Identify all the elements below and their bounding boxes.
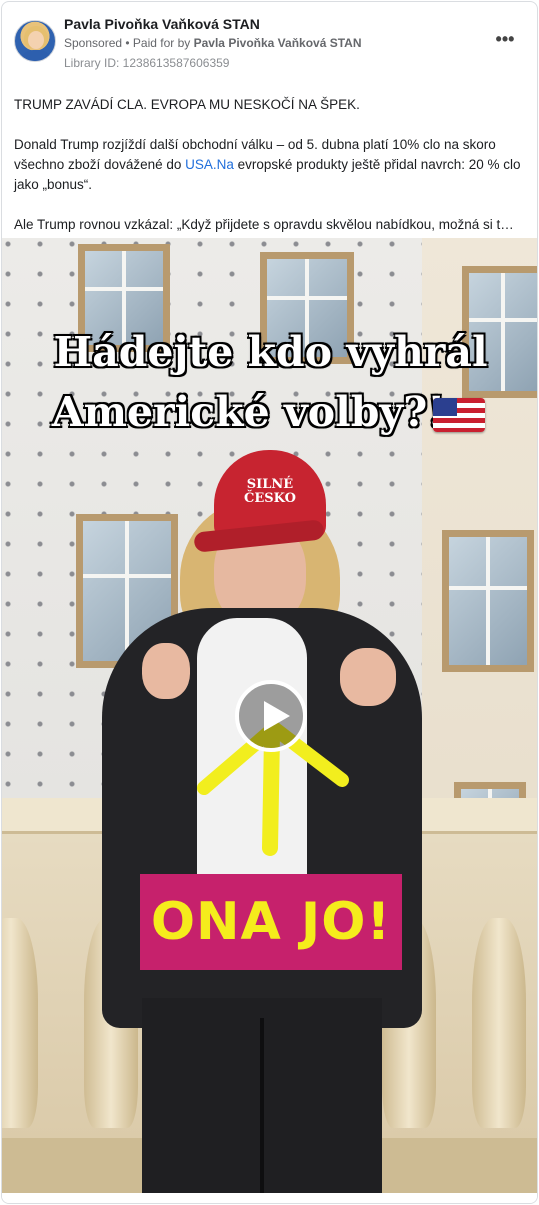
cap-text: SILNÉ ČESKO xyxy=(214,478,326,506)
paid-prefix: Paid for by xyxy=(132,36,194,50)
video-player[interactable]: SILNÉ ČESKO Hádejte kdo vyhrál Americké v… xyxy=(2,238,537,1193)
banner-text: ONA JO! xyxy=(150,892,392,952)
post-text: TRUMP ZAVÁDÍ CLA. EVROPA MU NESKOČÍ NA Š… xyxy=(14,95,526,255)
post-paragraph-2: Donald Trump rozjíždí další obchodní vál… xyxy=(14,135,526,195)
avatar-face xyxy=(28,31,44,49)
more-horizontal-icon: ••• xyxy=(495,29,515,49)
post-paragraph-3[interactable]: Ale Trump rovnou vzkázal: „Když přijdete… xyxy=(14,215,526,235)
ona-jo-banner: ONA JO! xyxy=(140,874,402,970)
us-flag-icon xyxy=(433,398,485,432)
baluster xyxy=(2,918,38,1128)
paid-by-name[interactable]: Pavla Pivoňka Vaňková STAN xyxy=(194,36,362,50)
page-name-link[interactable]: Pavla Pivoňka Vaňková STAN xyxy=(64,16,260,32)
pants xyxy=(142,998,382,1193)
ad-card: Pavla Pivoňka Vaňková STAN Sponsored • P… xyxy=(1,1,538,1204)
sponsored-line: Sponsored • Paid for by Pavla Pivoňka Va… xyxy=(64,36,361,50)
cap-text-line-1: SILNÉ xyxy=(246,477,294,492)
sponsored-label: Sponsored xyxy=(64,36,123,50)
separator-dot: • xyxy=(122,36,133,50)
library-id: Library ID: 1238613587606359 xyxy=(64,56,230,70)
more-options-button[interactable]: ••• xyxy=(493,29,517,52)
usa-link[interactable]: USA.Na xyxy=(185,157,234,172)
window xyxy=(442,530,534,672)
post-headline: TRUMP ZAVÁDÍ CLA. EVROPA MU NESKOČÍ NA Š… xyxy=(14,97,360,112)
video-caption-line-1: Hádejte kdo vyhrál xyxy=(52,327,488,377)
play-icon xyxy=(264,701,290,731)
play-button[interactable] xyxy=(235,680,307,752)
flag-canton xyxy=(433,398,457,416)
avatar-body xyxy=(19,50,53,61)
arrow-shaft xyxy=(262,728,280,856)
card-footer xyxy=(2,1193,537,1203)
left-fist xyxy=(142,643,190,699)
cap-text-line-2: ČESKO xyxy=(244,491,296,506)
baluster xyxy=(472,918,526,1128)
post-header: Pavla Pivoňka Vaňková STAN Sponsored • P… xyxy=(2,2,537,82)
avatar[interactable] xyxy=(14,20,56,62)
